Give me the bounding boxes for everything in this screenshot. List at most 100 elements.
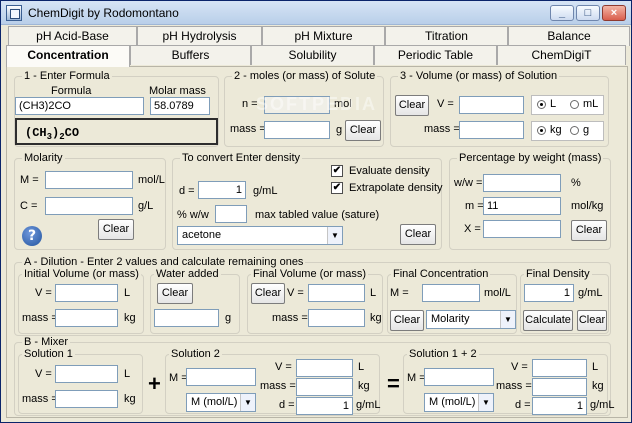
moles-clear-button[interactable]: Clear (345, 120, 381, 141)
percentage-ww-input[interactable] (483, 174, 561, 192)
water-added-input[interactable] (154, 309, 219, 327)
volume-clear-button[interactable]: Clear (395, 95, 429, 116)
solution12-mass-input[interactable] (532, 378, 587, 396)
solution2-mass-unit: kg (358, 380, 370, 392)
mole-fraction-input[interactable] (483, 220, 561, 238)
tab-concentration[interactable]: Concentration (6, 45, 130, 67)
solution2-unit-select[interactable]: M (mol/L) ▼ (186, 393, 256, 412)
solution1-v-label: V = (35, 368, 52, 380)
solution12-density-input[interactable]: 1 (532, 397, 587, 415)
title-bar: ChemDigit by Rodomontano _ □ × (1, 1, 631, 25)
mass-unit-radios: kg g (531, 121, 604, 141)
solution12-v-input[interactable] (532, 359, 587, 377)
formula-display: (CH3)2CO (15, 118, 218, 145)
solution1-v-input[interactable] (55, 365, 118, 383)
solution2-v-label: V = (275, 361, 292, 373)
formula-render: (CH3)2CO (25, 126, 79, 142)
substance-select[interactable]: acetone ▼ (177, 226, 343, 245)
molar-mass-field: 58.0789 (150, 97, 210, 115)
tab-ph-mixture[interactable]: pH Mixture (262, 26, 385, 46)
formula-input[interactable]: (CH3)2CO (15, 97, 144, 115)
app-window: ChemDigit by Rodomontano _ □ × pH Acid-B… (0, 0, 632, 423)
chevron-down-icon[interactable]: ▼ (327, 227, 342, 244)
initial-v-input[interactable] (55, 284, 118, 302)
moles-group: 2 - moles (or mass) of Solute n = mol ma… (224, 70, 384, 147)
max-tabled-label: max tabled value (sature) (255, 209, 380, 221)
tab-solubility[interactable]: Solubility (251, 45, 374, 65)
tab-titration[interactable]: Titration (385, 26, 508, 46)
solution-mass-input[interactable] (459, 121, 524, 139)
formula-label: Formula (51, 85, 92, 97)
tab-periodic-table[interactable]: Periodic Table (374, 45, 497, 65)
radio-gram[interactable] (570, 126, 579, 135)
equals-sign: = (387, 371, 400, 396)
molality-input[interactable]: 11 (483, 197, 561, 215)
solution12-unit-select[interactable]: M (mol/L) ▼ (424, 393, 494, 412)
solution12-legend: Solution 1 + 2 (407, 348, 479, 360)
molarity-clear-button[interactable]: Clear (98, 219, 134, 240)
moles-n-input[interactable] (264, 96, 330, 114)
density-clear-button[interactable]: Clear (400, 224, 436, 245)
molarity-input[interactable] (45, 171, 133, 189)
solution2-v-unit: L (358, 361, 365, 373)
radio-liter[interactable] (537, 100, 546, 109)
tab-buffers[interactable]: Buffers (130, 45, 251, 65)
n-unit: mol (334, 98, 352, 110)
solution2-v-input[interactable] (296, 359, 353, 377)
ww-input[interactable] (215, 205, 247, 223)
water-unit: g (225, 312, 232, 324)
tab-strip: pH Acid-Base pH Hydrolysis pH Mixture Ti… (1, 26, 631, 68)
final-density-clear-button[interactable]: Clear (577, 310, 607, 331)
solution2-mass-input[interactable] (296, 378, 353, 396)
final-m-input[interactable] (422, 284, 480, 302)
tab-chemdigit[interactable]: ChemDigiT (497, 45, 626, 65)
final-density-input[interactable]: 1 (524, 284, 574, 302)
water-clear-button[interactable]: Clear (157, 283, 193, 304)
minimize-button[interactable]: _ (550, 5, 574, 21)
radio-liter-label: L (550, 98, 557, 110)
final-concentration-clear-button[interactable]: Clear (390, 310, 424, 331)
tab-balance[interactable]: Balance (508, 26, 630, 46)
initial-mass-unit: kg (124, 312, 136, 324)
solution2-m-label: M = (169, 372, 188, 384)
initial-mass-label: mass = (22, 312, 58, 324)
tab-ph-acid-base[interactable]: pH Acid-Base (8, 26, 137, 46)
calculate-button[interactable]: Calculate (523, 310, 573, 331)
solution12-v-unit: L (592, 361, 599, 373)
chevron-down-icon[interactable]: ▼ (240, 394, 255, 411)
maximize-button[interactable]: □ (576, 5, 600, 21)
extrapolate-density-label: Extrapolate density (349, 182, 443, 194)
solution2-density-input[interactable]: 1 (296, 397, 353, 415)
final-m-unit: mol/L (484, 287, 511, 299)
density-input[interactable]: 1 (198, 181, 246, 199)
tab-ph-hydrolysis[interactable]: pH Hydrolysis (137, 26, 262, 46)
chevron-down-icon[interactable]: ▼ (500, 311, 515, 328)
final-v-input[interactable] (308, 284, 365, 302)
percentage-ww-label: w/w = (454, 177, 483, 189)
solution2-m-input[interactable] (186, 368, 256, 386)
percentage-group: Percentage by weight (mass) w/w = % m = … (449, 152, 611, 250)
percentage-unit: % (571, 177, 581, 189)
concentration-type-select[interactable]: Molarity ▼ (426, 310, 516, 329)
percentage-clear-button[interactable]: Clear (571, 220, 607, 241)
extrapolate-density-checkbox[interactable]: ✔ (331, 182, 343, 194)
final-volume-clear-button[interactable]: Clear (251, 283, 285, 304)
close-button[interactable]: × (602, 5, 626, 21)
solution1-mass-unit: kg (124, 393, 136, 405)
radio-kilogram[interactable] (537, 126, 546, 135)
help-icon[interactable]: ? (22, 226, 42, 246)
chevron-down-icon[interactable]: ▼ (478, 394, 493, 411)
solution1-mass-input[interactable] (55, 390, 118, 408)
radio-milliliter[interactable] (570, 100, 579, 109)
solution12-m-input[interactable] (424, 368, 494, 386)
solute-mass-input[interactable] (264, 121, 330, 139)
concentration-c-input[interactable] (45, 197, 133, 215)
evaluate-density-checkbox[interactable]: ✔ (331, 165, 343, 177)
volume-v-input[interactable] (459, 96, 524, 114)
final-v-label: V = (287, 287, 304, 299)
radio-kilogram-label: kg (550, 124, 562, 136)
ww-label: % w/w (177, 209, 209, 221)
final-mass-input[interactable] (308, 309, 365, 327)
initial-mass-input[interactable] (55, 309, 118, 327)
final-volume-legend: Final Volume (or mass) (251, 268, 369, 280)
